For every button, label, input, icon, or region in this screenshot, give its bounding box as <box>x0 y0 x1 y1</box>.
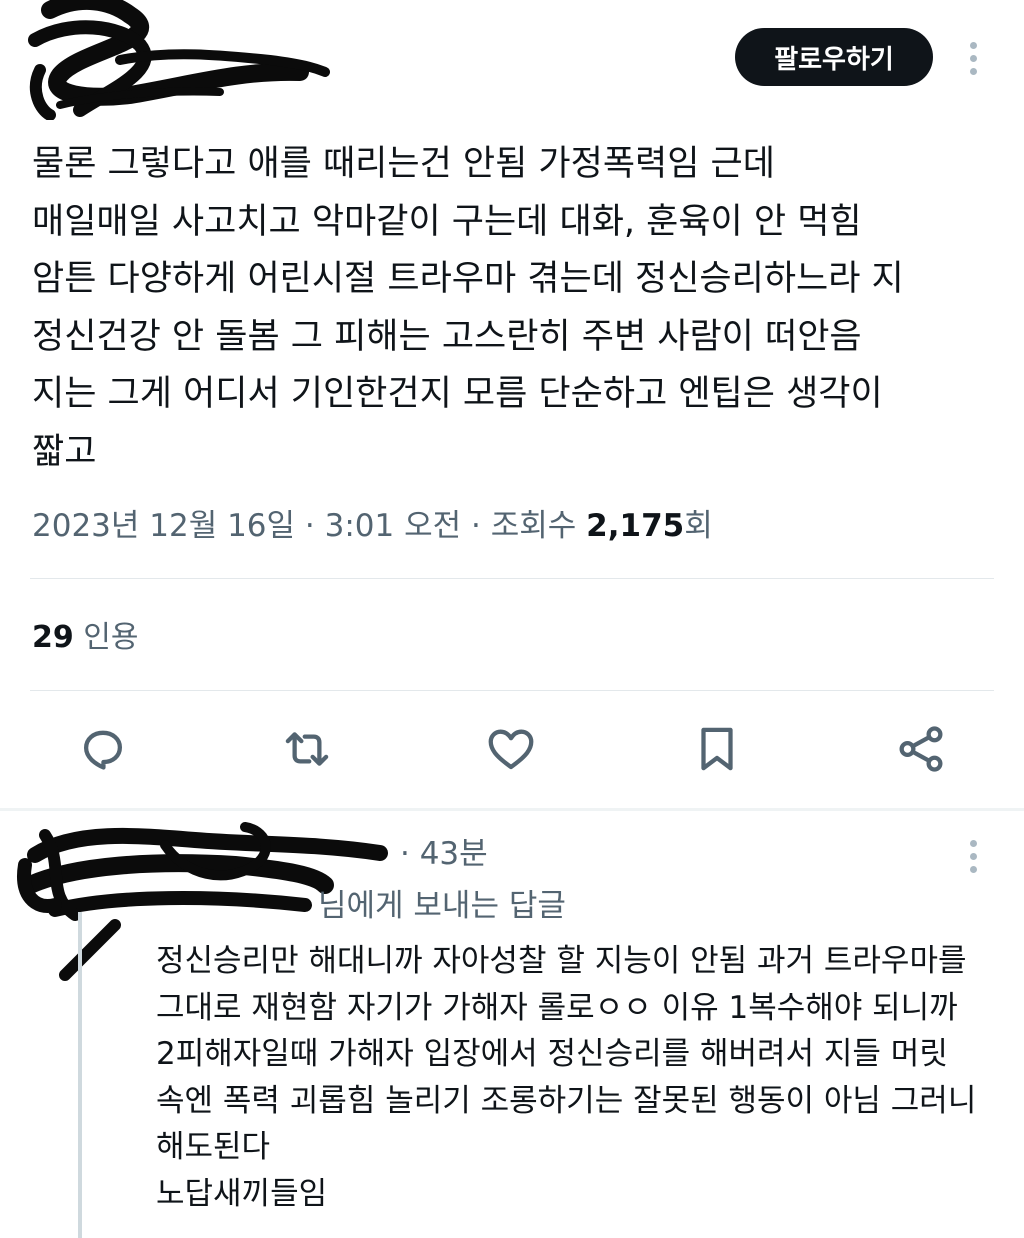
tweet-text-line: 매일매일 사고치고 악마같이 구는데 대화, 훈육이 안 먹힘 <box>32 201 862 242</box>
tweet-text-line: 물론 그렇다고 애를 때리는건 안됨 가정폭력임 근데 <box>32 144 775 184</box>
thread-line <box>78 912 82 1238</box>
reply-text-line: 해도된다 <box>156 1129 271 1165</box>
tweet-text-line: 지는 그게 어디서 기인한건지 모름 단순하고 엔팁은 생각이 <box>32 374 883 414</box>
tweet-text-line: 정신건강 안 돌봄 그 피해는 고스란히 주변 사람이 떠안음 <box>32 316 862 357</box>
bookmark-icon[interactable] <box>690 722 744 776</box>
reply-time: · 43분 <box>400 836 488 872</box>
tweet-text-line: 암튼 다양하게 어린시절 트라우마 겪는데 정신승리하느라 지 <box>32 259 904 299</box>
share-icon[interactable] <box>894 722 948 776</box>
views-count: 2,175 <box>586 508 685 544</box>
like-icon[interactable] <box>484 722 538 776</box>
more-options-icon[interactable] <box>960 836 988 876</box>
reply-text-line: 그대로 재현함 자기가 가해자 롤로ㅇㅇ 이유 1복수해야 되니까 <box>156 989 958 1026</box>
views-suffix: 회 <box>684 508 713 544</box>
meta-separator: · <box>304 508 315 544</box>
reply-text-line: 정신승리만 해대니까 자아성찰 할 지능이 안됨 과거 트라우마를 <box>156 943 967 979</box>
tweet-meta: 2023년 12월 16일 · 3:01 오전 · 조회수 2,175회 <box>32 504 713 548</box>
divider <box>30 578 994 579</box>
section-separator <box>0 808 1024 811</box>
reply-text-line: 2피해자일때 가해자 입장에서 정신승리를 해버려서 지들 머릿 <box>156 1036 948 1072</box>
quotes-link[interactable]: 29 인용 <box>32 616 139 660</box>
tweet-text-line: 짧고 <box>32 431 97 472</box>
divider <box>30 690 994 691</box>
follow-button[interactable]: 팔로우하기 <box>735 28 933 86</box>
redaction-scribble <box>28 0 330 120</box>
views-label: 조회수 <box>490 508 577 544</box>
replying-to: 님에게 보내는 답글 <box>318 888 566 924</box>
quotes-label: 인용 <box>83 620 139 655</box>
tweet-text: 물론 그렇다고 애를 때리는건 안됨 가정폭력임 근데 매일매일 사고치고 악마… <box>32 136 1002 481</box>
reply-text-line: 속엔 폭력 괴롭힘 놀리기 조롱하기는 잘못된 행동이 아님 그러니 <box>156 1082 977 1119</box>
quotes-count: 29 <box>32 620 74 655</box>
tweet-time: 3:01 오전 <box>324 508 462 544</box>
meta-separator: · <box>471 508 481 544</box>
retweet-icon[interactable] <box>280 722 334 776</box>
more-options-icon[interactable] <box>960 38 988 78</box>
reply-text-line: 노답새끼들임 <box>156 1175 328 1212</box>
reply-text: 정신승리만 해대니까 자아성찰 할 지능이 안됨 과거 트라우마를 그대로 재현… <box>156 938 1016 1217</box>
reply-icon[interactable] <box>76 722 130 776</box>
tweet-date: 2023년 12월 16일 <box>32 508 296 544</box>
